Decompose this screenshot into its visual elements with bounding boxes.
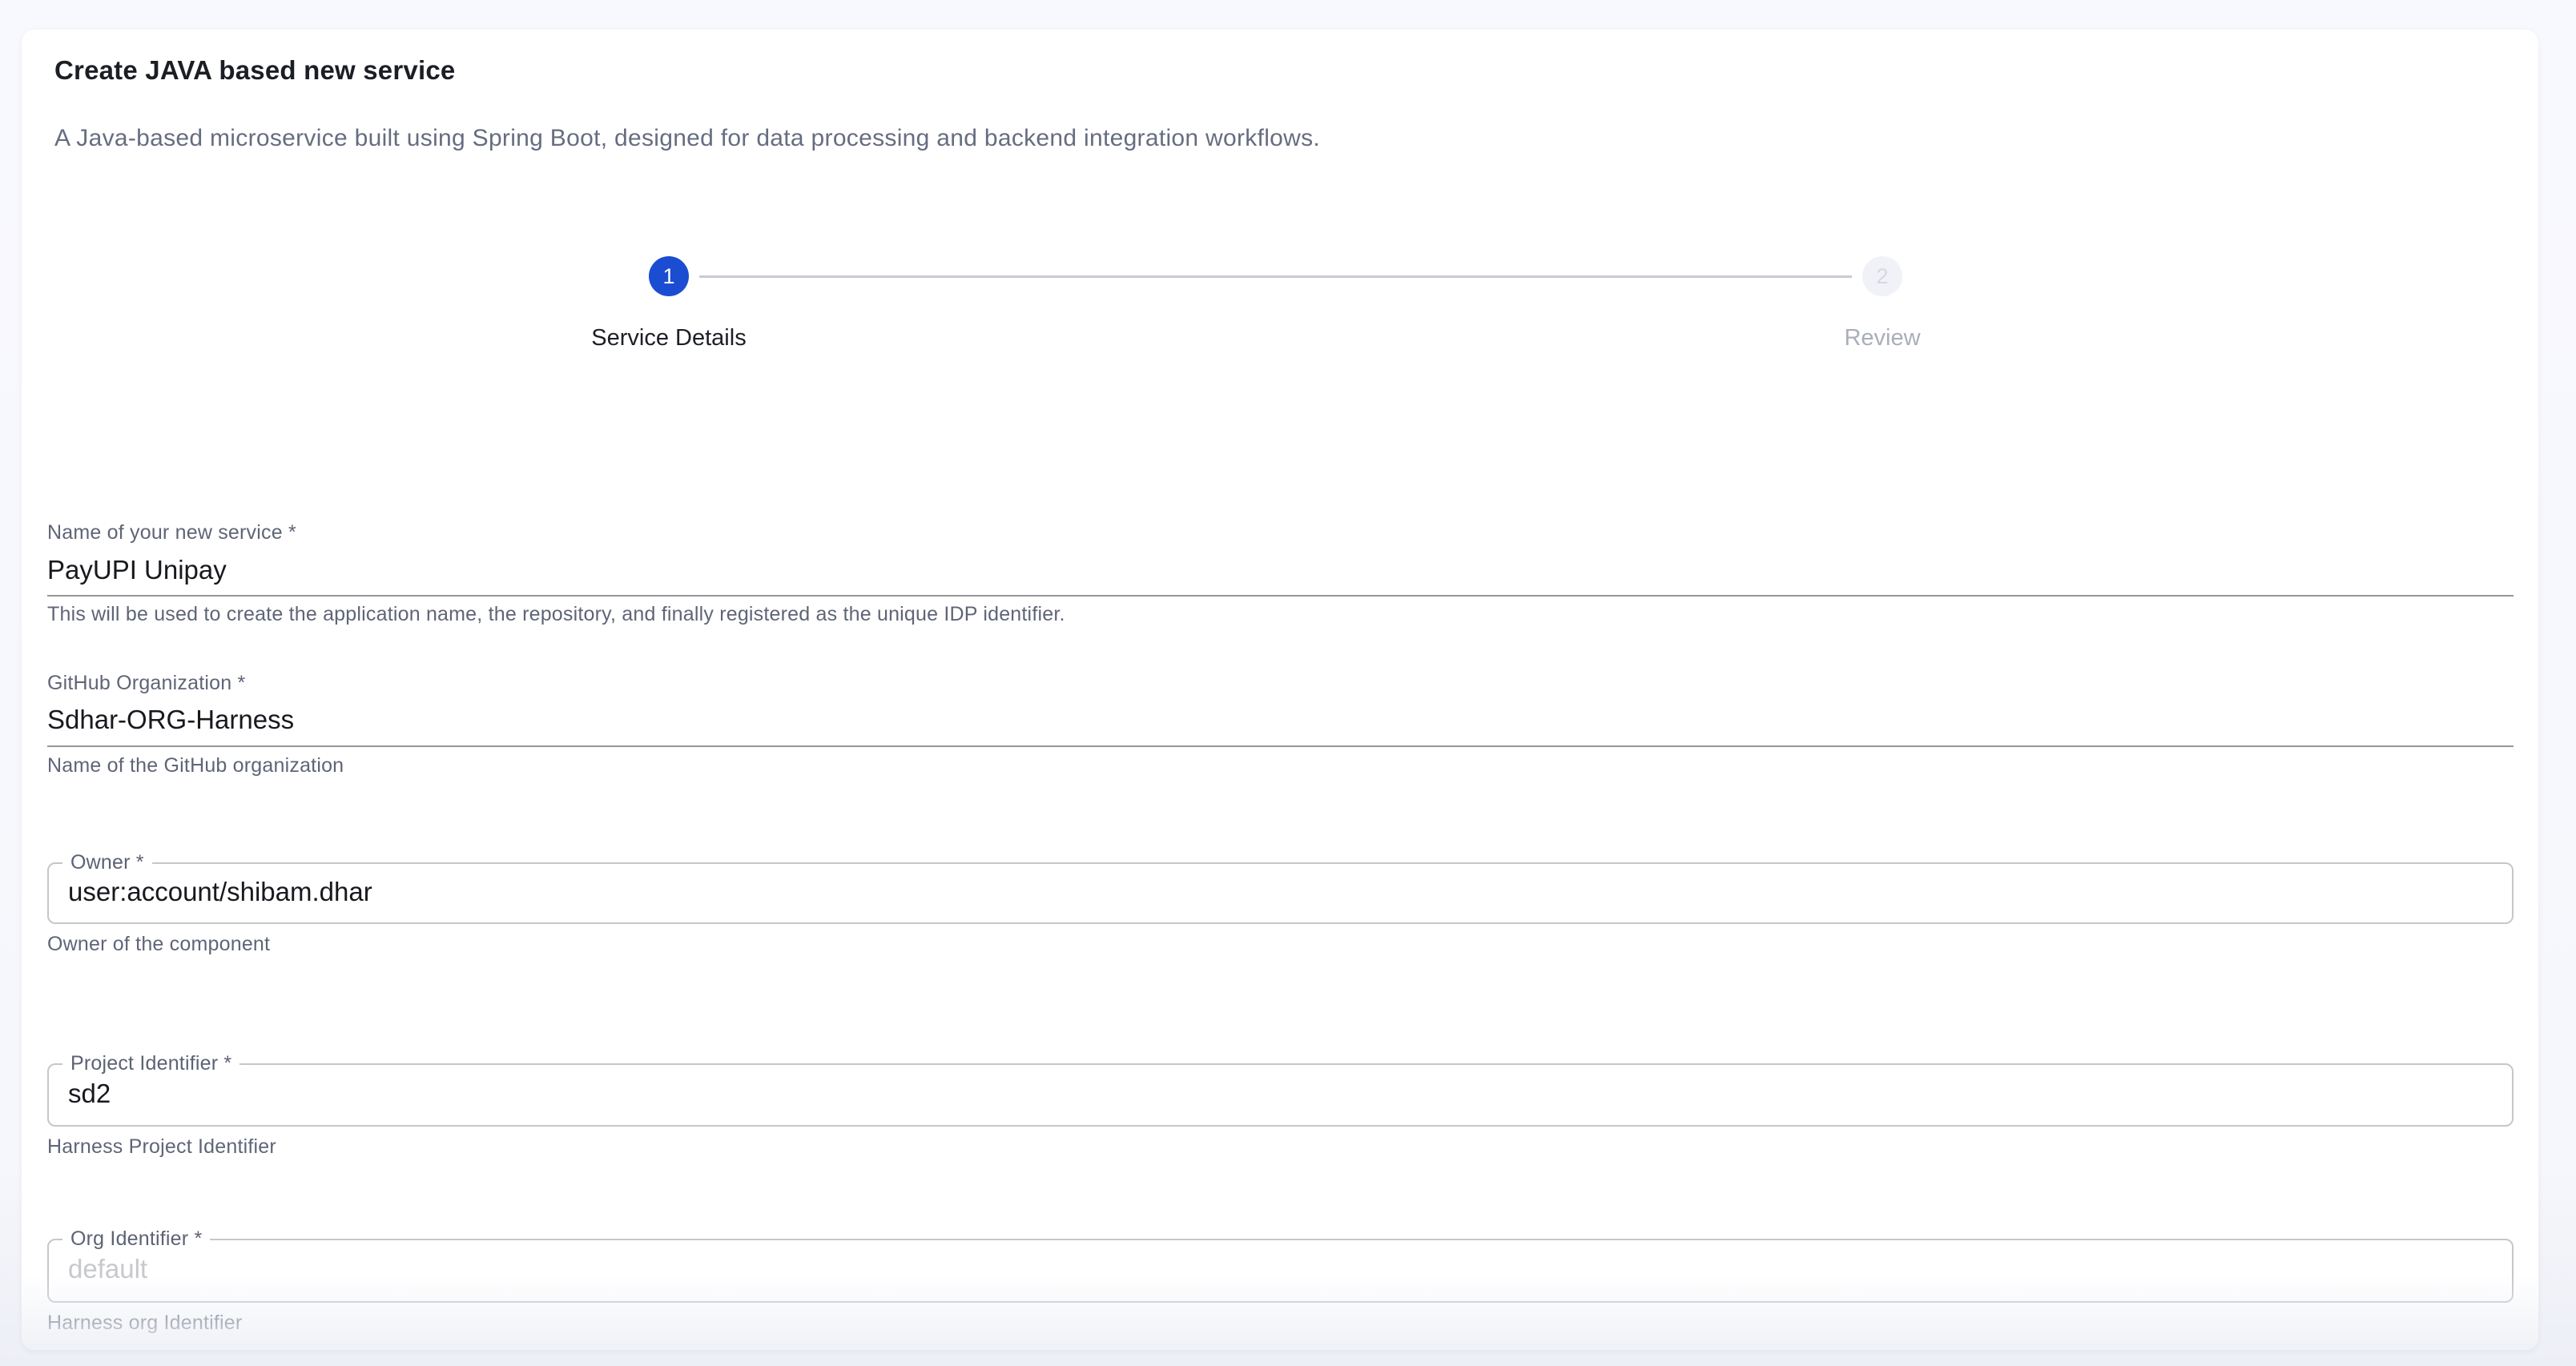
project-identifier-label-text: Project Identifier [70,1052,218,1075]
step-1-number: 1 [662,264,674,289]
page-description: A Java-based microservice built using Sp… [54,123,1320,154]
step-2-indicator: 2 [1862,256,1902,296]
required-asterisk: * [223,1052,231,1075]
owner-input[interactable] [68,874,2487,910]
required-asterisk: * [194,1227,202,1250]
github-org-input[interactable] [47,703,2514,737]
step-2-number: 2 [1876,264,1888,289]
owner-label-text: Owner [70,851,131,874]
page-title: Create JAVA based new service [54,54,455,86]
owner-helper: Owner of the component [47,932,270,956]
org-identifier-helper: Harness org Identifier [47,1311,242,1335]
required-asterisk: * [237,672,245,694]
step-2-label: Review [1722,323,2043,352]
project-identifier-input[interactable] [68,1076,2487,1111]
github-org-label: GitHub Organization * [47,671,245,695]
project-identifier-helper: Harness Project Identifier [47,1135,276,1159]
step-1-indicator: 1 [649,256,689,296]
service-name-label-text: Name of your new service [47,521,283,544]
service-name-helper: This will be used to create the applicat… [47,602,1065,626]
owner-label: Owner * [62,850,152,874]
required-asterisk: * [288,521,296,544]
org-identifier-label-text: Org Identifier [70,1227,188,1250]
service-name-label: Name of your new service * [47,520,296,544]
step-1-label: Service Details [509,323,829,352]
project-identifier-label: Project Identifier * [62,1051,239,1075]
stepper-connector [699,275,1852,278]
service-name-input[interactable] [47,553,2514,587]
create-service-card: Create JAVA based new service A Java-bas… [22,30,2538,1350]
required-asterisk: * [136,851,144,874]
github-org-helper: Name of the GitHub organization [47,753,344,777]
org-identifier-label: Org Identifier * [62,1227,210,1251]
github-org-underline [47,745,2514,747]
service-name-underline [47,595,2514,597]
github-org-label-text: GitHub Organization [47,672,231,694]
org-identifier-input[interactable] [68,1251,2487,1287]
